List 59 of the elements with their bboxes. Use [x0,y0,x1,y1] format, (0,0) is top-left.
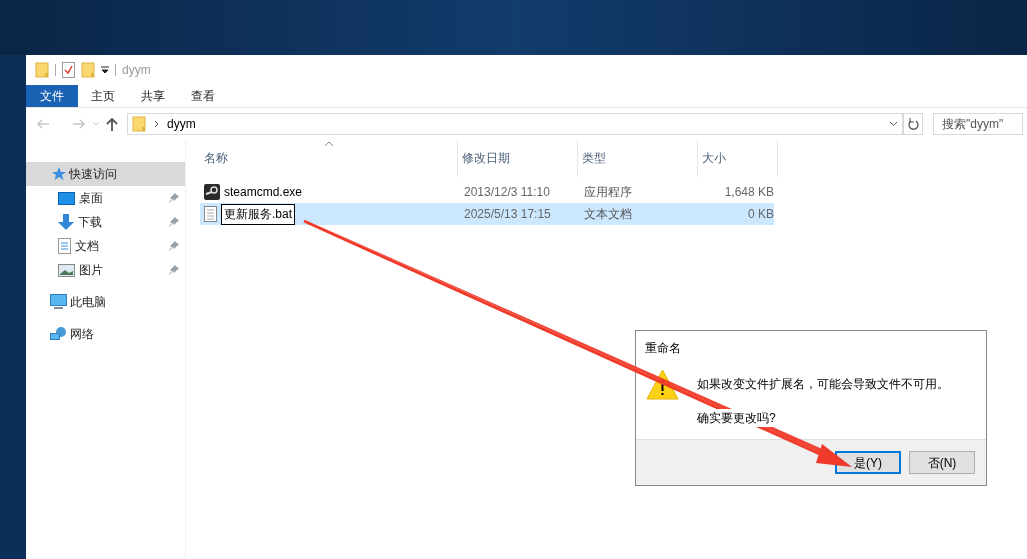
file-name: steamcmd.exe [224,184,303,201]
dropdown-icon[interactable] [101,66,109,74]
pin-icon[interactable] [169,217,179,227]
nav-item[interactable]: 快速访问 [26,162,185,186]
forward-arrow-icon[interactable] [72,119,86,129]
pin-icon[interactable] [169,241,179,251]
size-cell-text: 1,648 KB [723,184,774,201]
column-header[interactable]: 类型 [578,140,698,177]
text-file-icon [204,206,217,222]
date-cell-text: 2013/12/3 11:10 [463,184,551,201]
back-arrow-icon[interactable] [36,119,50,129]
column-header[interactable]: 大小 [698,140,778,177]
size-cell-text: 0 KB [747,206,774,223]
document-icon [58,238,71,254]
network-icon [50,326,67,342]
desktop-icon [58,191,75,205]
folder-icon [132,116,146,132]
picture-icon [58,263,75,277]
nav-item[interactable]: 桌面 [79,189,165,207]
column-header[interactable]: 名称 [200,140,458,177]
pin-icon[interactable] [169,265,179,275]
window-title: dyym [122,62,151,79]
refresh-button[interactable] [903,113,923,135]
ribbon-tab[interactable]: 主页 [78,85,128,107]
ribbon-tab[interactable]: 查看 [178,85,228,107]
chevron-down-icon[interactable] [889,121,898,127]
dialog-title: 重命名 [644,340,682,357]
column-header[interactable]: 修改日期 [458,140,578,177]
ribbon-tab[interactable]: 共享 [128,85,178,107]
dialog-question: 确实要更改吗? [697,409,776,427]
star-icon [50,167,66,181]
search-field[interactable]: 搜索"dyym" [933,113,1023,135]
date-cell-text: 2025/5/13 17:15 [463,206,552,223]
file-row[interactable]: steamcmd.exe 2013/12/3 11:10 应用程序 1,648 KB [200,181,774,203]
nav-item[interactable]: 下载 [78,213,165,231]
checklist-icon[interactable] [62,62,75,78]
pin-icon[interactable] [169,193,179,203]
monitor-icon [50,294,67,310]
nav-item[interactable]: 图片 [79,261,165,279]
rename-field[interactable]: 更新服务.bat [221,203,295,225]
refresh-icon [907,118,919,130]
address-field[interactable]: dyym [127,113,903,135]
nav-item[interactable]: 此电脑 [26,290,185,314]
dialog-message: 如果改变文件扩展名，可能会导致文件不可用。 [697,376,949,393]
file-menu-tab[interactable]: 文件 [26,85,78,107]
application-icon [204,184,220,200]
dialog-button[interactable]: 否(N) [909,451,975,474]
folder-icon [81,62,95,78]
type-cell-text: 文本文档 [583,206,633,223]
down-arrow-icon [58,214,74,230]
dialog-button[interactable]: 是(Y) [835,451,901,474]
file-row[interactable]: 更新服务.bat 2025/5/13 17:15 文本文档 0 KB [200,203,774,225]
chevron-right-icon [154,120,159,128]
up-arrow-icon[interactable] [106,117,118,131]
sort-caret-icon [323,141,334,147]
type-cell-text: 应用程序 [583,184,633,201]
nav-item[interactable]: 文档 [75,237,165,255]
folder-icon [35,62,49,78]
nav-item[interactable]: 网络 [26,322,185,346]
